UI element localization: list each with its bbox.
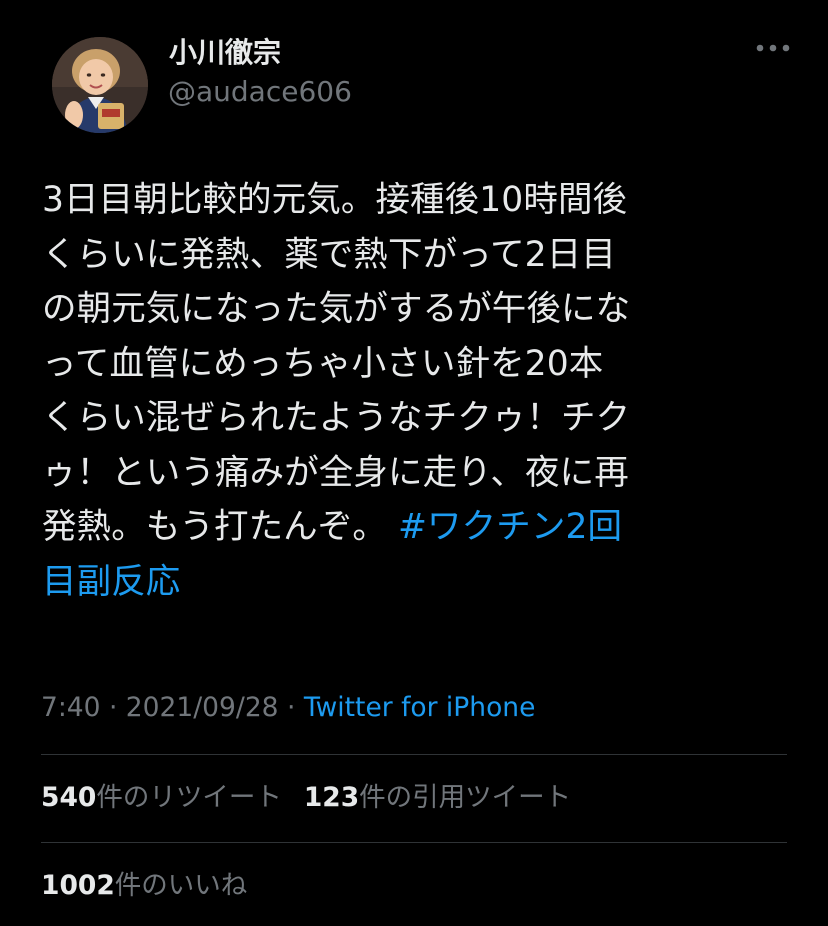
quotes-stat[interactable]: 123件の引用ツイート bbox=[304, 782, 571, 813]
more-horizontal-icon bbox=[756, 44, 790, 52]
likes-label: 件のいいね bbox=[114, 870, 248, 901]
quotes-count: 123 bbox=[303, 782, 360, 813]
tweet-time[interactable]: 7:40 bbox=[41, 692, 101, 723]
retweets-stat[interactable]: 540件のリツイート bbox=[41, 782, 282, 813]
tweet-detail: 小川徹宗 @audace606 3日目朝比較的元気。接種後10時間後 くらいに発… bbox=[0, 0, 828, 926]
tweet-meta: 7:40 · 2021/09/28 · Twitter for iPhone bbox=[41, 688, 535, 728]
avatar-image bbox=[52, 37, 148, 133]
tweet-text-line: くらい混ぜられたようなチクゥ！チク bbox=[42, 398, 631, 438]
tweet-text-line: 目副反応 bbox=[42, 555, 802, 610]
engagement-row: 540件のリツイート 123件の引用ツイート bbox=[41, 778, 593, 818]
tweet-text-line: くらいに発熱、薬で熱下がって2日目 bbox=[42, 234, 616, 275]
likes-row: 1002件のいいね bbox=[41, 866, 269, 906]
tweet-text-line: 3日目朝比較的元気。接種後10時間後 bbox=[42, 180, 628, 220]
tweet-text-line: って血管にめっちゃ小さい針を20本 bbox=[42, 343, 604, 384]
retweets-count: 540 bbox=[41, 782, 97, 813]
tweet-text: 3日目朝比較的元気。接種後10時間後 くらいに発熱、薬で熱下がって2日目 の朝元… bbox=[42, 173, 802, 609]
tweet-date[interactable]: 2021/09/28 bbox=[126, 692, 279, 723]
retweets-label: 件のリツイート bbox=[96, 782, 282, 813]
divider bbox=[41, 842, 787, 843]
meta-separator: · bbox=[278, 692, 304, 723]
likes-count: 1002 bbox=[41, 870, 115, 901]
display-name[interactable]: 小川徹宗 bbox=[169, 35, 281, 71]
likes-stat[interactable]: 1002件のいいね bbox=[41, 870, 247, 901]
divider bbox=[41, 754, 787, 755]
tweet-source-link[interactable]: Twitter for iPhone bbox=[304, 692, 536, 723]
hashtag-link-continued[interactable]: 目副反応 bbox=[42, 562, 180, 602]
tweet-text-line: 発熱。もう打たんぞ。 #ワクチン2回 bbox=[42, 500, 802, 555]
hashtag-link[interactable]: #ワクチン2回 bbox=[398, 507, 622, 547]
quotes-label: 件の引用ツイート bbox=[359, 782, 572, 813]
meta-separator: · bbox=[100, 692, 126, 723]
tweet-text-line: の朝元気になった気がするが午後にな bbox=[42, 289, 631, 329]
user-handle[interactable]: @audace606 bbox=[168, 74, 352, 110]
avatar[interactable] bbox=[52, 37, 148, 133]
more-button[interactable] bbox=[744, 28, 802, 68]
tweet-text-segment: 発熱。もう打たんぞ。 bbox=[42, 507, 387, 547]
tweet-text-line: ゥ！という痛みが全身に走り、夜に再 bbox=[42, 452, 629, 493]
